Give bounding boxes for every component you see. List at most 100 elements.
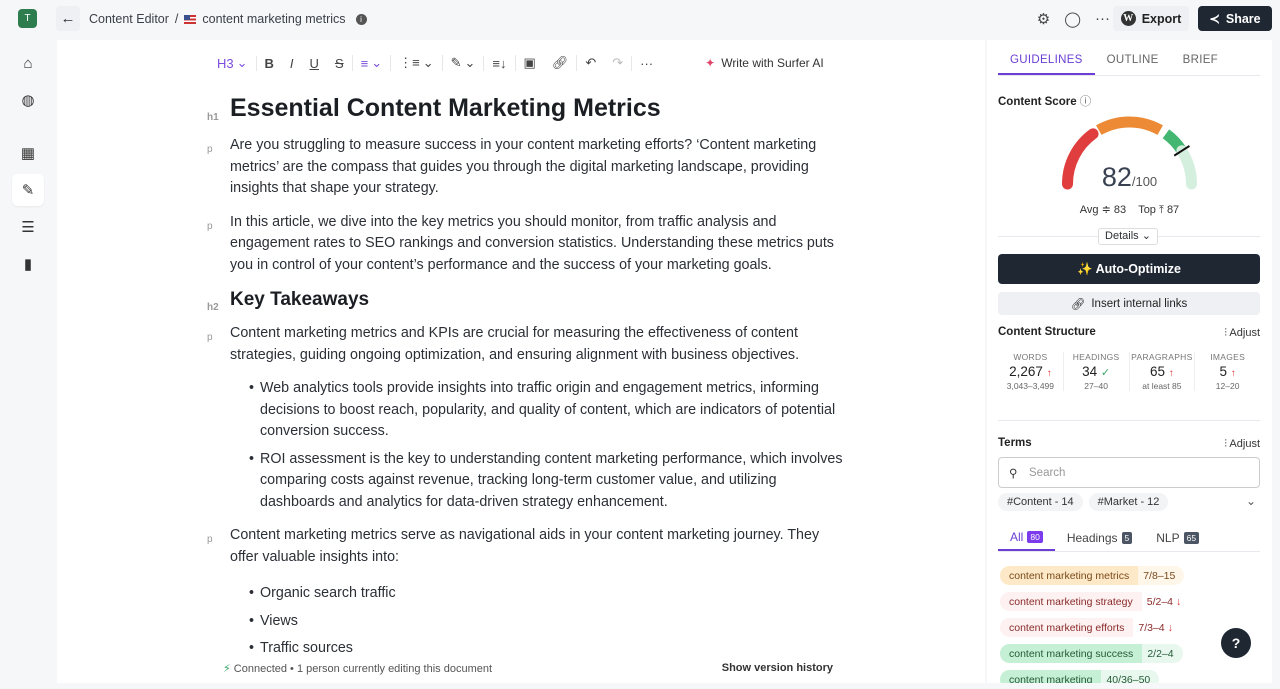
align-select[interactable]: ≡ ⌄: [351, 55, 391, 71]
line-spacing-button[interactable]: ≡↓: [483, 55, 514, 71]
insert-internal-links-button[interactable]: 🔗︎ Insert internal links: [998, 292, 1260, 315]
arrow-up-icon: ↑: [1230, 368, 1236, 379]
document-title: content marketing metrics: [202, 12, 346, 26]
tab-guidelines[interactable]: GUIDELINES: [998, 50, 1095, 75]
term-item[interactable]: content marketing efforts 7/3–4 ↓: [1000, 618, 1182, 637]
edit-icon: ✎: [21, 182, 35, 199]
tab-brief[interactable]: BRIEF: [1171, 50, 1230, 75]
adjust-structure-button[interactable]: ⫶ Adjust: [1224, 327, 1260, 340]
redo-button[interactable]: ↷: [604, 55, 631, 71]
terms-list: content marketing metrics 7/8–15 content m…: [1000, 566, 1191, 683]
more-icon[interactable]: ···: [1095, 10, 1110, 28]
heading-select[interactable]: H3 ⌄: [209, 55, 256, 71]
sliders-icon: ⫶: [1224, 438, 1227, 450]
strikethrough-icon: S: [334, 55, 344, 71]
content-structure-stats: WORDS 2,267 ↑ 3,043–3,499 HEADINGS 34 ✓ 27–40…: [998, 352, 1260, 391]
globe-icon: ◍: [21, 92, 35, 109]
settings-icon[interactable]: ⚙: [1037, 10, 1050, 28]
paragraph[interactable]: p Content marketing metrics serve as navi…: [57, 525, 847, 568]
more-button[interactable]: ···: [631, 55, 661, 71]
heading-1[interactable]: h1 Essential Content Marketing Metrics: [57, 90, 847, 126]
italic-icon: I: [289, 55, 294, 71]
connection-status: Connected • 1 person currently editing t…: [233, 663, 493, 675]
undo-icon: ↶: [585, 55, 597, 70]
sidebar-item-home[interactable]: ⌂: [12, 47, 44, 79]
bullet-list[interactable]: Organic search traffic Views Traffic sou…: [57, 580, 847, 663]
align-icon: ≡: [360, 55, 369, 71]
stat-images: IMAGES 5 ↑ 12–20: [1194, 352, 1260, 391]
bold-icon: B: [264, 55, 274, 71]
heading-level: H3: [217, 55, 234, 71]
info-icon[interactable]: ⓘ: [1080, 96, 1092, 108]
underline-button[interactable]: U: [302, 56, 327, 71]
back-button[interactable]: ←: [56, 6, 80, 31]
sidebar-item-explore[interactable]: ◍: [12, 84, 44, 116]
heading-2[interactable]: h2 Key Takeaways: [57, 286, 847, 314]
image-button[interactable]: ▣: [514, 55, 544, 71]
term-chips: #Content - 14 #Market - 12: [998, 493, 1169, 511]
editor-toolbar: H3 ⌄ B I U S ≡ ⌄ ⋮≡ ⌄ ✎ ⌄ ≡↓ ▣ 🔗︎ ↶ ↷ ··· ✦ W…: [209, 52, 832, 74]
terms-search-input[interactable]: ⚲ Search: [998, 457, 1260, 488]
sidebar-item-list[interactable]: ☰: [12, 211, 44, 243]
bold-button[interactable]: B: [255, 55, 282, 71]
breadcrumb-root[interactable]: Content Editor: [89, 12, 169, 26]
term-item[interactable]: content marketing 40/36–50: [1000, 670, 1160, 683]
chip[interactable]: #Market - 12: [1088, 493, 1169, 511]
stat-paragraphs: PARAGRAPHS 65 ↑ at least 85: [1128, 352, 1195, 391]
tab-headings[interactable]: Headings 5: [1055, 524, 1144, 551]
document-body[interactable]: h1 Essential Content Marketing Metrics pA…: [57, 90, 985, 663]
paragraph[interactable]: p Content marketing metrics and KPIs are …: [57, 323, 847, 366]
sliders-icon: ⫶: [1224, 327, 1227, 339]
link-button[interactable]: 🔗︎: [544, 55, 577, 71]
content-score-label: Content Score ⓘ: [998, 96, 1092, 108]
chevron-down-icon: ⌄: [422, 55, 434, 70]
help-button[interactable]: ?: [1221, 628, 1251, 658]
bullet-list[interactable]: Web analytics tools provide insights int…: [57, 378, 847, 513]
underline-icon: U: [309, 55, 319, 71]
export-button[interactable]: W Export: [1113, 6, 1189, 31]
chevron-down-icon[interactable]: ⌄: [1246, 494, 1256, 508]
tab-outline[interactable]: OUTLINE: [1095, 50, 1171, 75]
term-item[interactable]: content marketing success 2/2–4: [1000, 644, 1183, 663]
tab-nlp[interactable]: NLP 65: [1144, 524, 1211, 551]
terms-label: Terms: [998, 437, 1032, 449]
score-benchmarks: Avg ≑ 83 Top ⤒ 87: [1079, 204, 1180, 216]
share-button[interactable]: ≺ Share: [1198, 6, 1272, 31]
gauge-orange-segment: [1096, 116, 1163, 136]
chevron-down-icon: ⌄: [236, 55, 248, 70]
avatar[interactable]: T: [18, 9, 37, 28]
check-circle-icon[interactable]: ◯: [1064, 10, 1081, 28]
list-item: Web analytics tools provide insights int…: [230, 378, 847, 443]
arrow-left-icon: ←: [60, 10, 76, 27]
undo-button[interactable]: ↶: [576, 55, 604, 71]
more-icon: ···: [640, 55, 654, 71]
term-item[interactable]: content marketing strategy 5/2–4 ↓: [1000, 592, 1191, 611]
auto-optimize-button[interactable]: ✨ Auto-Optimize: [998, 254, 1260, 284]
top-bar: T ← Content Editor / content marketing m…: [0, 0, 1280, 38]
highlight-select[interactable]: ✎ ⌄: [441, 55, 484, 71]
chip[interactable]: #Content - 14: [998, 493, 1083, 511]
sidebar-item-analytics[interactable]: ▮: [12, 248, 44, 280]
adjust-terms-button[interactable]: ⫶ Adjust: [1224, 438, 1260, 451]
arrow-down-icon: ↓: [1175, 595, 1182, 608]
info-icon[interactable]: i: [355, 13, 367, 25]
italic-button[interactable]: I: [282, 56, 302, 71]
tab-all[interactable]: All 80: [998, 524, 1055, 551]
content-score: 82/100: [1101, 162, 1158, 192]
paragraph[interactable]: p Are you struggling to measure success i…: [57, 135, 847, 200]
terms-tabs: All 80 Headings 5 NLP 65: [998, 524, 1260, 552]
version-history-link[interactable]: Show version history: [722, 662, 833, 674]
term-item[interactable]: content marketing metrics 7/8–15: [1000, 566, 1185, 585]
ai-label: Write with Surfer AI: [721, 56, 824, 70]
sidebar-item-content-editor[interactable]: ✎: [12, 174, 44, 206]
strikethrough-button[interactable]: S: [327, 56, 352, 71]
list-item: ROI assessment is the key to understandi…: [230, 449, 847, 514]
paragraph[interactable]: p In this article, we dive into the key m…: [57, 212, 847, 277]
check-icon: ✓: [1100, 367, 1111, 379]
write-with-ai-button[interactable]: ✦ Write with Surfer AI: [697, 56, 832, 70]
list-select[interactable]: ⋮≡ ⌄: [390, 55, 442, 71]
arrow-up-icon: ↑: [1046, 368, 1052, 379]
details-button[interactable]: Details ⌄: [1098, 228, 1158, 245]
sidebar-item-apps[interactable]: ▦: [12, 137, 44, 169]
link-icon: 🔗︎: [551, 55, 569, 70]
